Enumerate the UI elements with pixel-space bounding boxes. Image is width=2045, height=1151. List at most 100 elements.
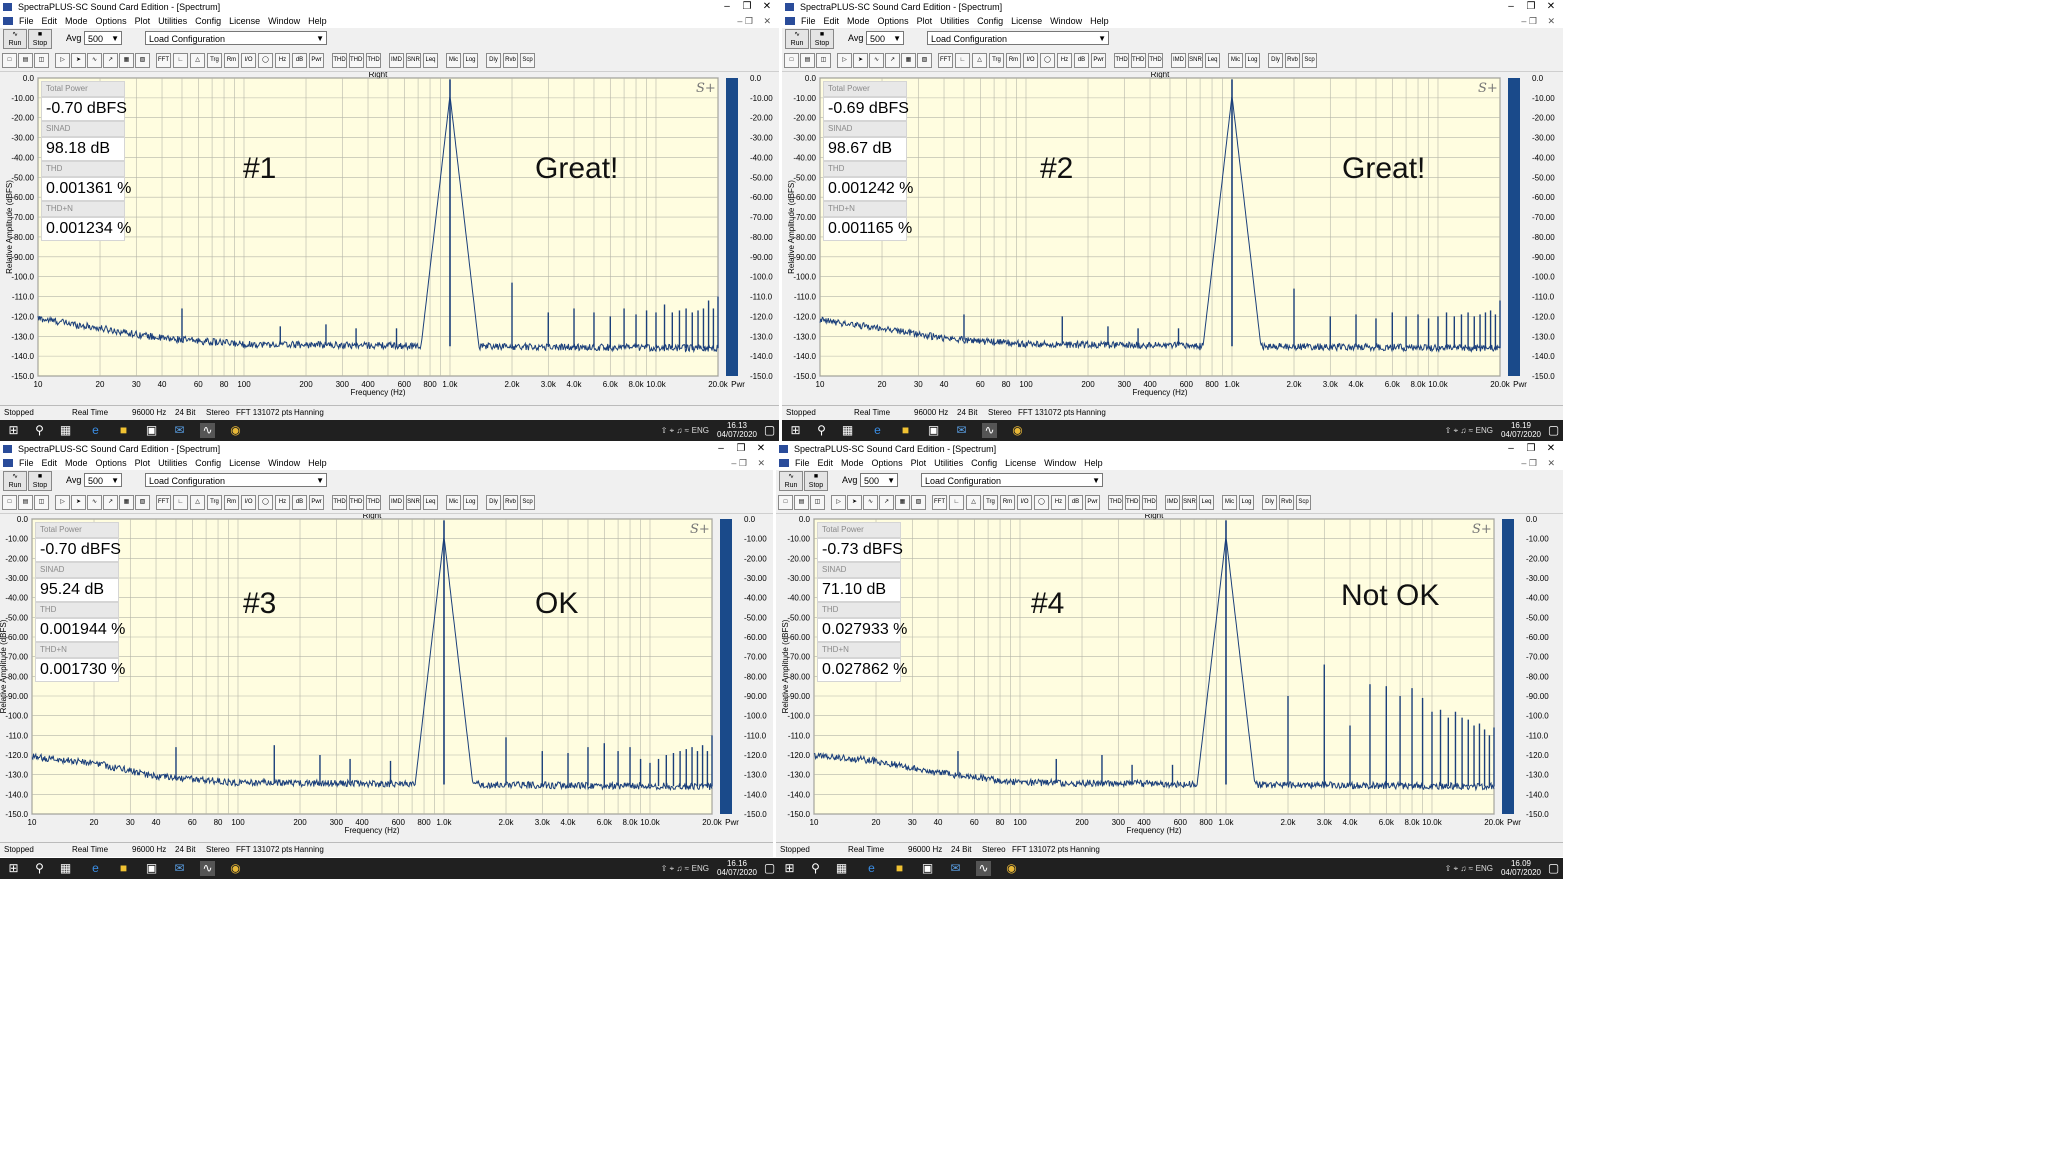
clock[interactable]: 16.19 04/07/2020 [1501,421,1541,439]
toolbar-icon[interactable]: △ [972,53,987,68]
toolbar-8-button[interactable]: Dly [1262,495,1277,510]
notifications-icon[interactable]: ▢ [1546,423,1561,438]
toolbar-icon[interactable]: ↗ [103,495,118,510]
tray-icons[interactable]: ⇧ ⌖ ♫ ≈ [1445,864,1473,874]
toolbar-0-button[interactable]: THD [332,495,347,510]
maximize-icon[interactable]: ❐ [737,0,757,14]
toolbar-icon[interactable]: ▧ [911,495,926,510]
toolbar-0-button[interactable]: THD [332,53,347,68]
run-button[interactable]: ∿ Run [785,29,809,49]
toolbar-4-button[interactable]: SNR [1188,53,1203,68]
language-indicator[interactable]: ENG [1476,426,1493,435]
restore-child-icon[interactable]: – ❐ [1521,456,1537,470]
avg-select[interactable]: 500 ▼ [866,31,904,45]
menu-item[interactable]: Utilities [936,14,973,28]
close-child-icon[interactable]: ✕ [1547,456,1555,470]
toolbar-7-button[interactable]: Log [463,495,478,510]
toolbar-icon[interactable]: Trg [989,53,1004,68]
folder-icon[interactable]: ■ [898,423,913,438]
toolbar-8-button[interactable]: Dly [486,53,501,68]
toolbar-5-button[interactable]: Leq [1199,495,1214,510]
mail-icon[interactable]: ✉ [172,861,187,876]
toolbar-icon[interactable]: dB [1074,53,1089,68]
toolbar-icon[interactable]: ➤ [71,53,86,68]
close-icon[interactable]: ✕ [1541,0,1561,14]
toolbar-icon[interactable]: Trg [207,53,222,68]
language-indicator[interactable]: ENG [1476,864,1493,873]
configuration-select[interactable]: Load Configuration ▼ [145,31,327,45]
avg-select[interactable]: 500 ▼ [860,473,898,487]
edge-icon[interactable]: e [864,861,879,876]
chrome-icon[interactable]: ◉ [1004,861,1019,876]
menu-item[interactable]: Plot [131,456,155,470]
restore-child-icon[interactable]: – ❐ [737,14,753,28]
toolbar-8-button[interactable]: Dly [486,495,501,510]
menu-item[interactable]: Utilities [930,456,967,470]
stop-button[interactable]: ■ Stop [810,29,834,49]
toolbar-icon[interactable]: Hz [275,53,290,68]
toolbar-icon[interactable]: ◯ [258,495,273,510]
toolbar-10-button[interactable]: Scp [1302,53,1317,68]
toolbar-1-button[interactable]: THD+N [1125,495,1140,510]
menu-item[interactable]: Mode [837,456,868,470]
toolbar-icon[interactable]: ▧ [135,53,150,68]
menu-item[interactable]: Help [304,456,331,470]
toolbar-icon[interactable]: ▤ [18,53,33,68]
toolbar-icon[interactable]: ∟ [173,53,188,68]
clock[interactable]: 16.13 04/07/2020 [717,421,757,439]
toolbar-3-button[interactable]: IMD [389,495,404,510]
toolbar-icon[interactable]: Trg [983,495,998,510]
toolbar-icon[interactable]: I/O [1023,53,1038,68]
chrome-icon[interactable]: ◉ [228,861,243,876]
toolbar-10-button[interactable]: Scp [1296,495,1311,510]
avg-select[interactable]: 500 ▼ [84,31,122,45]
toolbar-icon[interactable]: dB [292,495,307,510]
edge-icon[interactable]: e [870,423,885,438]
tray-icons[interactable]: ⇧ ⌖ ♫ ≈ [661,426,689,436]
spectraplus-icon[interactable]: ∿ [200,423,215,438]
toolbar-icon[interactable]: ▧ [135,495,150,510]
restore-child-icon[interactable]: – ❐ [1521,14,1537,28]
toolbar-5-button[interactable]: Leq [1205,53,1220,68]
toolbar-8-button[interactable]: Dly [1268,53,1283,68]
minimize-icon[interactable]: – [1501,0,1521,14]
toolbar-icon[interactable]: ◫ [810,495,825,510]
toolbar-icon[interactable]: dB [1068,495,1083,510]
configuration-select[interactable]: Load Configuration ▼ [927,31,1109,45]
menu-item[interactable]: Mode [61,456,92,470]
run-button[interactable]: ∿ Run [3,29,27,49]
task-view-icon[interactable]: ▦ [58,861,73,876]
toolbar-6-button[interactable]: Mic [1228,53,1243,68]
toolbar-icon[interactable]: Pwr [1091,53,1106,68]
maximize-icon[interactable]: ❐ [1521,0,1541,14]
toolbar-icon[interactable]: ▦ [119,495,134,510]
spectraplus-icon[interactable]: ∿ [982,423,997,438]
toolbar-6-button[interactable]: Mic [446,495,461,510]
notifications-icon[interactable]: ▢ [1546,861,1561,876]
menu-item[interactable]: Config [191,14,225,28]
toolbar-icon[interactable]: ◫ [816,53,831,68]
menu-item[interactable]: Plot [131,14,155,28]
avg-select[interactable]: 500 ▼ [84,473,122,487]
toolbar-2-button[interactable]: THD Freq [1142,495,1157,510]
toolbar-icon[interactable]: Rm [224,53,239,68]
start-icon[interactable]: ⊞ [6,861,21,876]
menu-item[interactable]: License [225,456,264,470]
toolbar-5-button[interactable]: Leq [423,53,438,68]
search-icon[interactable]: ⚲ [32,861,47,876]
toolbar-icon[interactable]: ∟ [173,495,188,510]
toolbar-9-button[interactable]: Rvb [503,53,518,68]
store-icon[interactable]: ▣ [144,423,159,438]
menu-item[interactable]: Options [874,14,913,28]
toolbar-9-button[interactable]: Rvb [1285,53,1300,68]
task-view-icon[interactable]: ▦ [58,423,73,438]
menu-item[interactable]: Plot [913,14,937,28]
toolbar-icon[interactable]: ◫ [34,53,49,68]
toolbar-icon[interactable]: dB [292,53,307,68]
clock[interactable]: 16.09 04/07/2020 [1501,859,1541,877]
toolbar-10-button[interactable]: Scp [520,495,535,510]
menu-item[interactable]: Window [264,456,304,470]
toolbar-3-button[interactable]: IMD [1171,53,1186,68]
toolbar-7-button[interactable]: Log [1245,53,1260,68]
search-icon[interactable]: ⚲ [814,423,829,438]
